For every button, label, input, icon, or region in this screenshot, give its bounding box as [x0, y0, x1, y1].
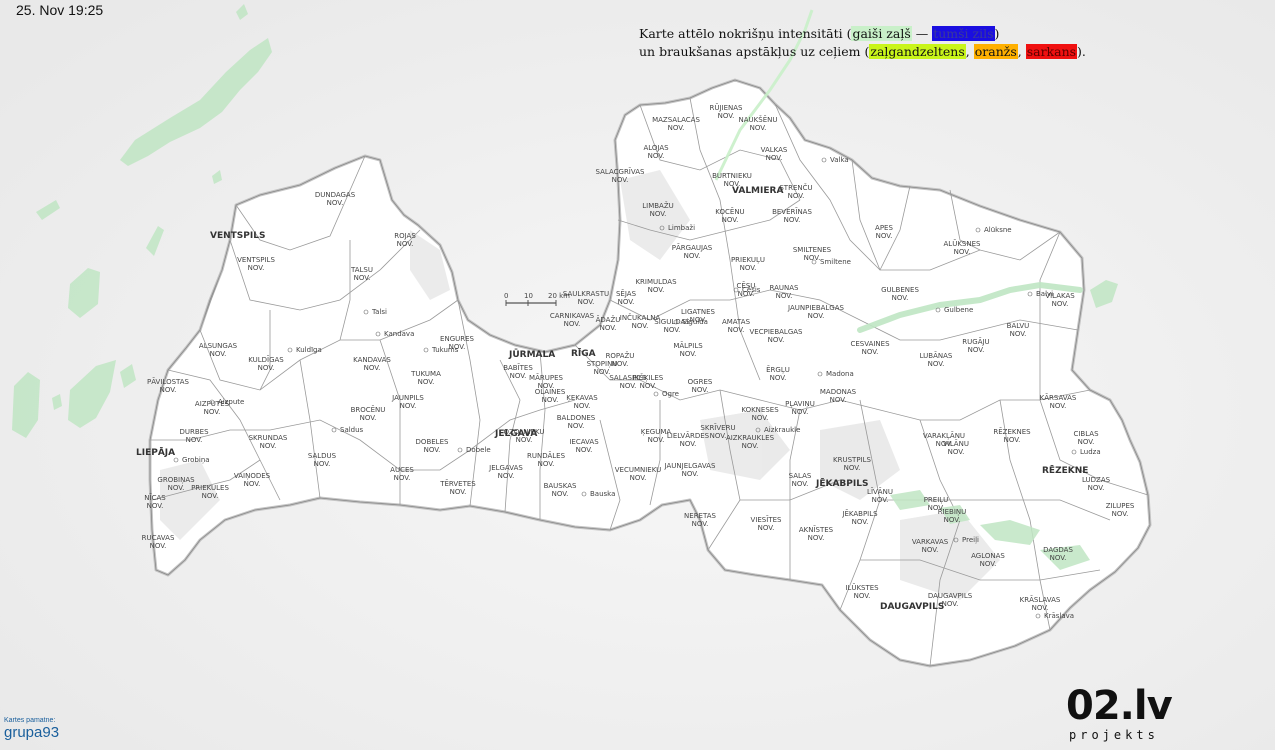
timestamp: 25. Nov 19:25 — [16, 2, 104, 18]
credit-caption: Kartes pamatne: — [4, 717, 56, 724]
city-label: JŪRMALA — [508, 349, 555, 360]
town-label: Kuldīga — [296, 346, 322, 354]
town-label: Aizpute — [218, 398, 244, 406]
municipality-label: APES NOV. — [875, 224, 893, 240]
legend-line-precipitation: Karte attēlo nokrišņu intensitāti (gaiši… — [639, 25, 1086, 43]
town-label: Gulbene — [944, 306, 973, 314]
town-label: Madona — [826, 370, 854, 378]
town-label: Ludza — [1080, 448, 1101, 456]
legend-dark-blue-swatch: tumši zils — [932, 26, 995, 41]
town-label: Talsi — [371, 308, 387, 316]
map-legend: Karte attēlo nokrišņu intensitāti (gaiši… — [639, 25, 1086, 61]
city-label: JĒKABPILS — [815, 478, 868, 489]
legend-text: , — [965, 44, 974, 59]
credit-link[interactable]: grupa93 — [4, 724, 59, 741]
brand-logo-subtitle: projekts — [1069, 728, 1159, 742]
town-label: Ogre — [662, 390, 679, 398]
town-label: Limbaži — [668, 224, 695, 232]
city-label: RĒZEKNE — [1042, 465, 1088, 476]
town-label: Aizkraukle — [764, 426, 800, 434]
scale-label-0: 0 — [504, 292, 508, 300]
town-label: Dobele — [466, 446, 491, 454]
legend-text: ). — [1077, 44, 1086, 59]
city-label: VENTSPILS — [210, 231, 265, 241]
legend-red-swatch: sarkans — [1025, 44, 1078, 59]
legend-orange-swatch: oranžs — [973, 44, 1018, 59]
municipality-label: SĒJAS NOV. — [616, 289, 637, 306]
municipality-label: NĪCAS NOV. — [144, 493, 166, 510]
municipality-label: TALSU NOV. — [350, 266, 373, 282]
town-label: Sigulda — [682, 318, 708, 326]
town-label: Valka — [830, 156, 849, 164]
municipality-label: ROJAS NOV. — [394, 232, 416, 248]
legend-text: Karte attēlo nokrišņu intensitāti ( — [639, 26, 852, 41]
town-label: Preiļi — [962, 536, 979, 545]
city-label: LIEPĀJA — [136, 447, 175, 458]
legend-line-roads: un braukšanas apstākļus uz ceļiem (zaļga… — [639, 43, 1086, 61]
municipality-label: BALVU NOV. — [1007, 322, 1030, 338]
legend-text: ) — [994, 26, 1000, 41]
town-label: Bauska — [590, 490, 615, 498]
legend-yellow-green-swatch: zaļgandzeltens — [869, 44, 966, 59]
town-label: Balvi — [1036, 290, 1053, 298]
town-label: Alūksne — [984, 226, 1012, 234]
scale-label-10: 10 — [524, 292, 533, 300]
town-label: Cēsis — [742, 286, 761, 294]
city-label: DAUGAVPILS — [880, 602, 944, 612]
town-label: Krāslava — [1044, 612, 1074, 620]
legend-text: un braukšanas apstākļus uz ceļiem ( — [639, 44, 870, 59]
legend-text: — — [911, 26, 933, 41]
town-label: Kandava — [384, 330, 414, 338]
brand-logo[interactable]: 02.lv — [1066, 684, 1173, 728]
city-label: RĪGA — [571, 348, 596, 359]
legend-light-green-swatch: gaiši zaļš — [851, 26, 912, 41]
town-label: Tukums — [431, 346, 459, 354]
municipality-label: ĒRGĻU NOV. — [766, 365, 790, 382]
town-label: Smiltene — [820, 258, 851, 266]
town-label: Grobiņa — [182, 456, 210, 465]
legend-text: , — [1017, 44, 1026, 59]
town-label: Saldus — [340, 426, 364, 434]
map-canvas[interactable]: 0 10 20 km VENTSPILS LIEPĀJA JŪRMALA RĪG… — [0, 0, 1275, 750]
